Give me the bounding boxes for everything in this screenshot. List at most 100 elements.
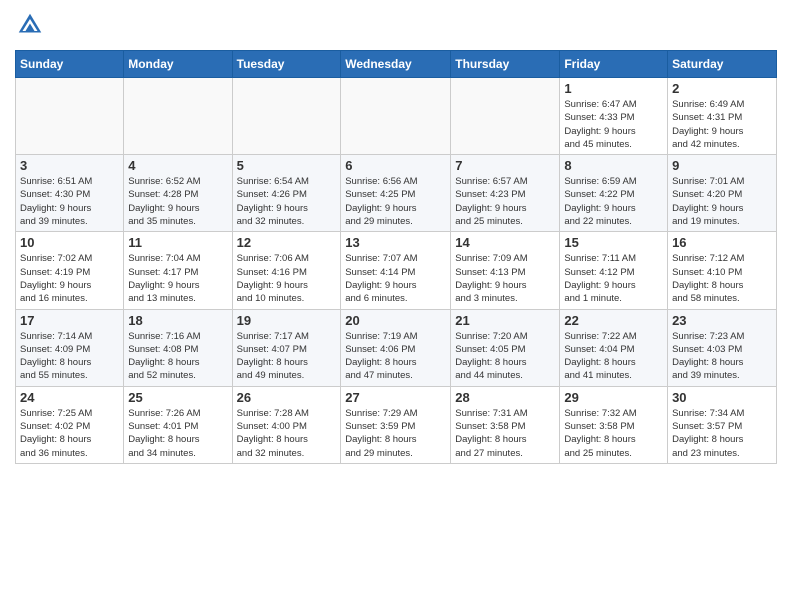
day-number: 3 [20,158,119,173]
day-number: 28 [455,390,555,405]
calendar-cell: 13 Sunrise: 7:07 AM Sunset: 4:14 PM Dayli… [341,232,451,309]
day-info: Sunrise: 7:25 AM Sunset: 4:02 PM Dayligh… [20,407,119,460]
weekday-header-thursday: Thursday [451,51,560,78]
calendar-cell: 23 Sunrise: 7:23 AM Sunset: 4:03 PM Dayli… [668,309,777,386]
day-info: Sunrise: 7:06 AM Sunset: 4:16 PM Dayligh… [237,252,337,305]
day-number: 15 [564,235,663,250]
calendar-cell: 5 Sunrise: 6:54 AM Sunset: 4:26 PM Daylig… [232,155,341,232]
day-number: 9 [672,158,772,173]
header [15,10,777,40]
calendar-week-4: 24 Sunrise: 7:25 AM Sunset: 4:02 PM Dayli… [16,386,777,463]
calendar-week-3: 17Sunrise: 7:14 AM Sunset: 4:09 PM Dayli… [16,309,777,386]
day-number: 2 [672,81,772,96]
day-info: Sunrise: 6:59 AM Sunset: 4:22 PM Dayligh… [564,175,663,228]
day-info: Sunrise: 7:23 AM Sunset: 4:03 PM Dayligh… [672,330,772,383]
day-info: Sunrise: 6:47 AM Sunset: 4:33 PM Dayligh… [564,98,663,151]
day-info: Sunrise: 7:32 AM Sunset: 3:58 PM Dayligh… [564,407,663,460]
calendar-cell: 22 Sunrise: 7:22 AM Sunset: 4:04 PM Dayli… [560,309,668,386]
day-info: Sunrise: 6:56 AM Sunset: 4:25 PM Dayligh… [345,175,446,228]
day-number: 10 [20,235,119,250]
day-number: 1 [564,81,663,96]
calendar-cell: 15 Sunrise: 7:11 AM Sunset: 4:12 PM Dayli… [560,232,668,309]
day-info: Sunrise: 7:34 AM Sunset: 3:57 PM Dayligh… [672,407,772,460]
logo [15,10,49,40]
day-number: 23 [672,313,772,328]
day-info: Sunrise: 6:52 AM Sunset: 4:28 PM Dayligh… [128,175,227,228]
calendar-cell [232,78,341,155]
day-number: 8 [564,158,663,173]
day-info: Sunrise: 7:09 AM Sunset: 4:13 PM Dayligh… [455,252,555,305]
calendar-cell: 3 Sunrise: 6:51 AM Sunset: 4:30 PM Daylig… [16,155,124,232]
calendar-cell: 9 Sunrise: 7:01 AM Sunset: 4:20 PM Daylig… [668,155,777,232]
calendar-cell: 11 Sunrise: 7:04 AM Sunset: 4:17 PM Dayli… [124,232,232,309]
calendar-cell: 4Sunrise: 6:52 AM Sunset: 4:28 PM Daylig… [124,155,232,232]
calendar-header: SundayMondayTuesdayWednesdayThursdayFrid… [16,51,777,78]
calendar-cell: 25 Sunrise: 7:26 AM Sunset: 4:01 PM Dayli… [124,386,232,463]
weekday-header-wednesday: Wednesday [341,51,451,78]
logo-icon [15,10,45,40]
day-info: Sunrise: 7:12 AM Sunset: 4:10 PM Dayligh… [672,252,772,305]
calendar-cell: 30 Sunrise: 7:34 AM Sunset: 3:57 PM Dayli… [668,386,777,463]
calendar-cell: 20 Sunrise: 7:19 AM Sunset: 4:06 PM Dayli… [341,309,451,386]
day-number: 13 [345,235,446,250]
day-info: Sunrise: 7:20 AM Sunset: 4:05 PM Dayligh… [455,330,555,383]
calendar-cell: 16Sunrise: 7:12 AM Sunset: 4:10 PM Dayli… [668,232,777,309]
day-number: 7 [455,158,555,173]
day-info: Sunrise: 7:02 AM Sunset: 4:19 PM Dayligh… [20,252,119,305]
day-number: 26 [237,390,337,405]
day-number: 30 [672,390,772,405]
day-info: Sunrise: 7:19 AM Sunset: 4:06 PM Dayligh… [345,330,446,383]
calendar: SundayMondayTuesdayWednesdayThursdayFrid… [15,50,777,464]
calendar-cell [124,78,232,155]
day-info: Sunrise: 6:57 AM Sunset: 4:23 PM Dayligh… [455,175,555,228]
day-number: 25 [128,390,227,405]
calendar-cell: 7 Sunrise: 6:57 AM Sunset: 4:23 PM Daylig… [451,155,560,232]
calendar-cell: 12Sunrise: 7:06 AM Sunset: 4:16 PM Dayli… [232,232,341,309]
calendar-cell: 14 Sunrise: 7:09 AM Sunset: 4:13 PM Dayli… [451,232,560,309]
day-number: 11 [128,235,227,250]
day-number: 21 [455,313,555,328]
day-info: Sunrise: 7:01 AM Sunset: 4:20 PM Dayligh… [672,175,772,228]
day-info: Sunrise: 7:11 AM Sunset: 4:12 PM Dayligh… [564,252,663,305]
day-number: 14 [455,235,555,250]
weekday-header-friday: Friday [560,51,668,78]
calendar-cell: 19 Sunrise: 7:17 AM Sunset: 4:07 PM Dayli… [232,309,341,386]
day-info: Sunrise: 6:54 AM Sunset: 4:26 PM Dayligh… [237,175,337,228]
calendar-cell: 2Sunrise: 6:49 AM Sunset: 4:31 PM Daylig… [668,78,777,155]
calendar-cell: 8 Sunrise: 6:59 AM Sunset: 4:22 PM Daylig… [560,155,668,232]
day-info: Sunrise: 6:51 AM Sunset: 4:30 PM Dayligh… [20,175,119,228]
calendar-cell [16,78,124,155]
day-info: Sunrise: 7:29 AM Sunset: 3:59 PM Dayligh… [345,407,446,460]
calendar-week-1: 3 Sunrise: 6:51 AM Sunset: 4:30 PM Daylig… [16,155,777,232]
day-info: Sunrise: 7:28 AM Sunset: 4:00 PM Dayligh… [237,407,337,460]
day-number: 19 [237,313,337,328]
calendar-cell [341,78,451,155]
calendar-cell: 18 Sunrise: 7:16 AM Sunset: 4:08 PM Dayli… [124,309,232,386]
day-number: 22 [564,313,663,328]
calendar-body: 1 Sunrise: 6:47 AM Sunset: 4:33 PM Daylig… [16,78,777,464]
day-number: 18 [128,313,227,328]
day-info: Sunrise: 7:22 AM Sunset: 4:04 PM Dayligh… [564,330,663,383]
day-number: 27 [345,390,446,405]
calendar-cell: 29 Sunrise: 7:32 AM Sunset: 3:58 PM Dayli… [560,386,668,463]
day-info: Sunrise: 7:26 AM Sunset: 4:01 PM Dayligh… [128,407,227,460]
day-number: 6 [345,158,446,173]
calendar-cell: 17Sunrise: 7:14 AM Sunset: 4:09 PM Dayli… [16,309,124,386]
day-number: 5 [237,158,337,173]
calendar-cell: 1 Sunrise: 6:47 AM Sunset: 4:33 PM Daylig… [560,78,668,155]
day-info: Sunrise: 7:31 AM Sunset: 3:58 PM Dayligh… [455,407,555,460]
day-number: 24 [20,390,119,405]
weekday-header-tuesday: Tuesday [232,51,341,78]
calendar-cell: 6 Sunrise: 6:56 AM Sunset: 4:25 PM Daylig… [341,155,451,232]
day-info: Sunrise: 7:04 AM Sunset: 4:17 PM Dayligh… [128,252,227,305]
weekday-header-saturday: Saturday [668,51,777,78]
day-info: Sunrise: 7:16 AM Sunset: 4:08 PM Dayligh… [128,330,227,383]
day-number: 29 [564,390,663,405]
calendar-cell: 10 Sunrise: 7:02 AM Sunset: 4:19 PM Dayli… [16,232,124,309]
calendar-cell: 26 Sunrise: 7:28 AM Sunset: 4:00 PM Dayli… [232,386,341,463]
page: SundayMondayTuesdayWednesdayThursdayFrid… [0,0,792,612]
day-info: Sunrise: 7:17 AM Sunset: 4:07 PM Dayligh… [237,330,337,383]
day-info: Sunrise: 7:07 AM Sunset: 4:14 PM Dayligh… [345,252,446,305]
day-number: 20 [345,313,446,328]
day-number: 17 [20,313,119,328]
